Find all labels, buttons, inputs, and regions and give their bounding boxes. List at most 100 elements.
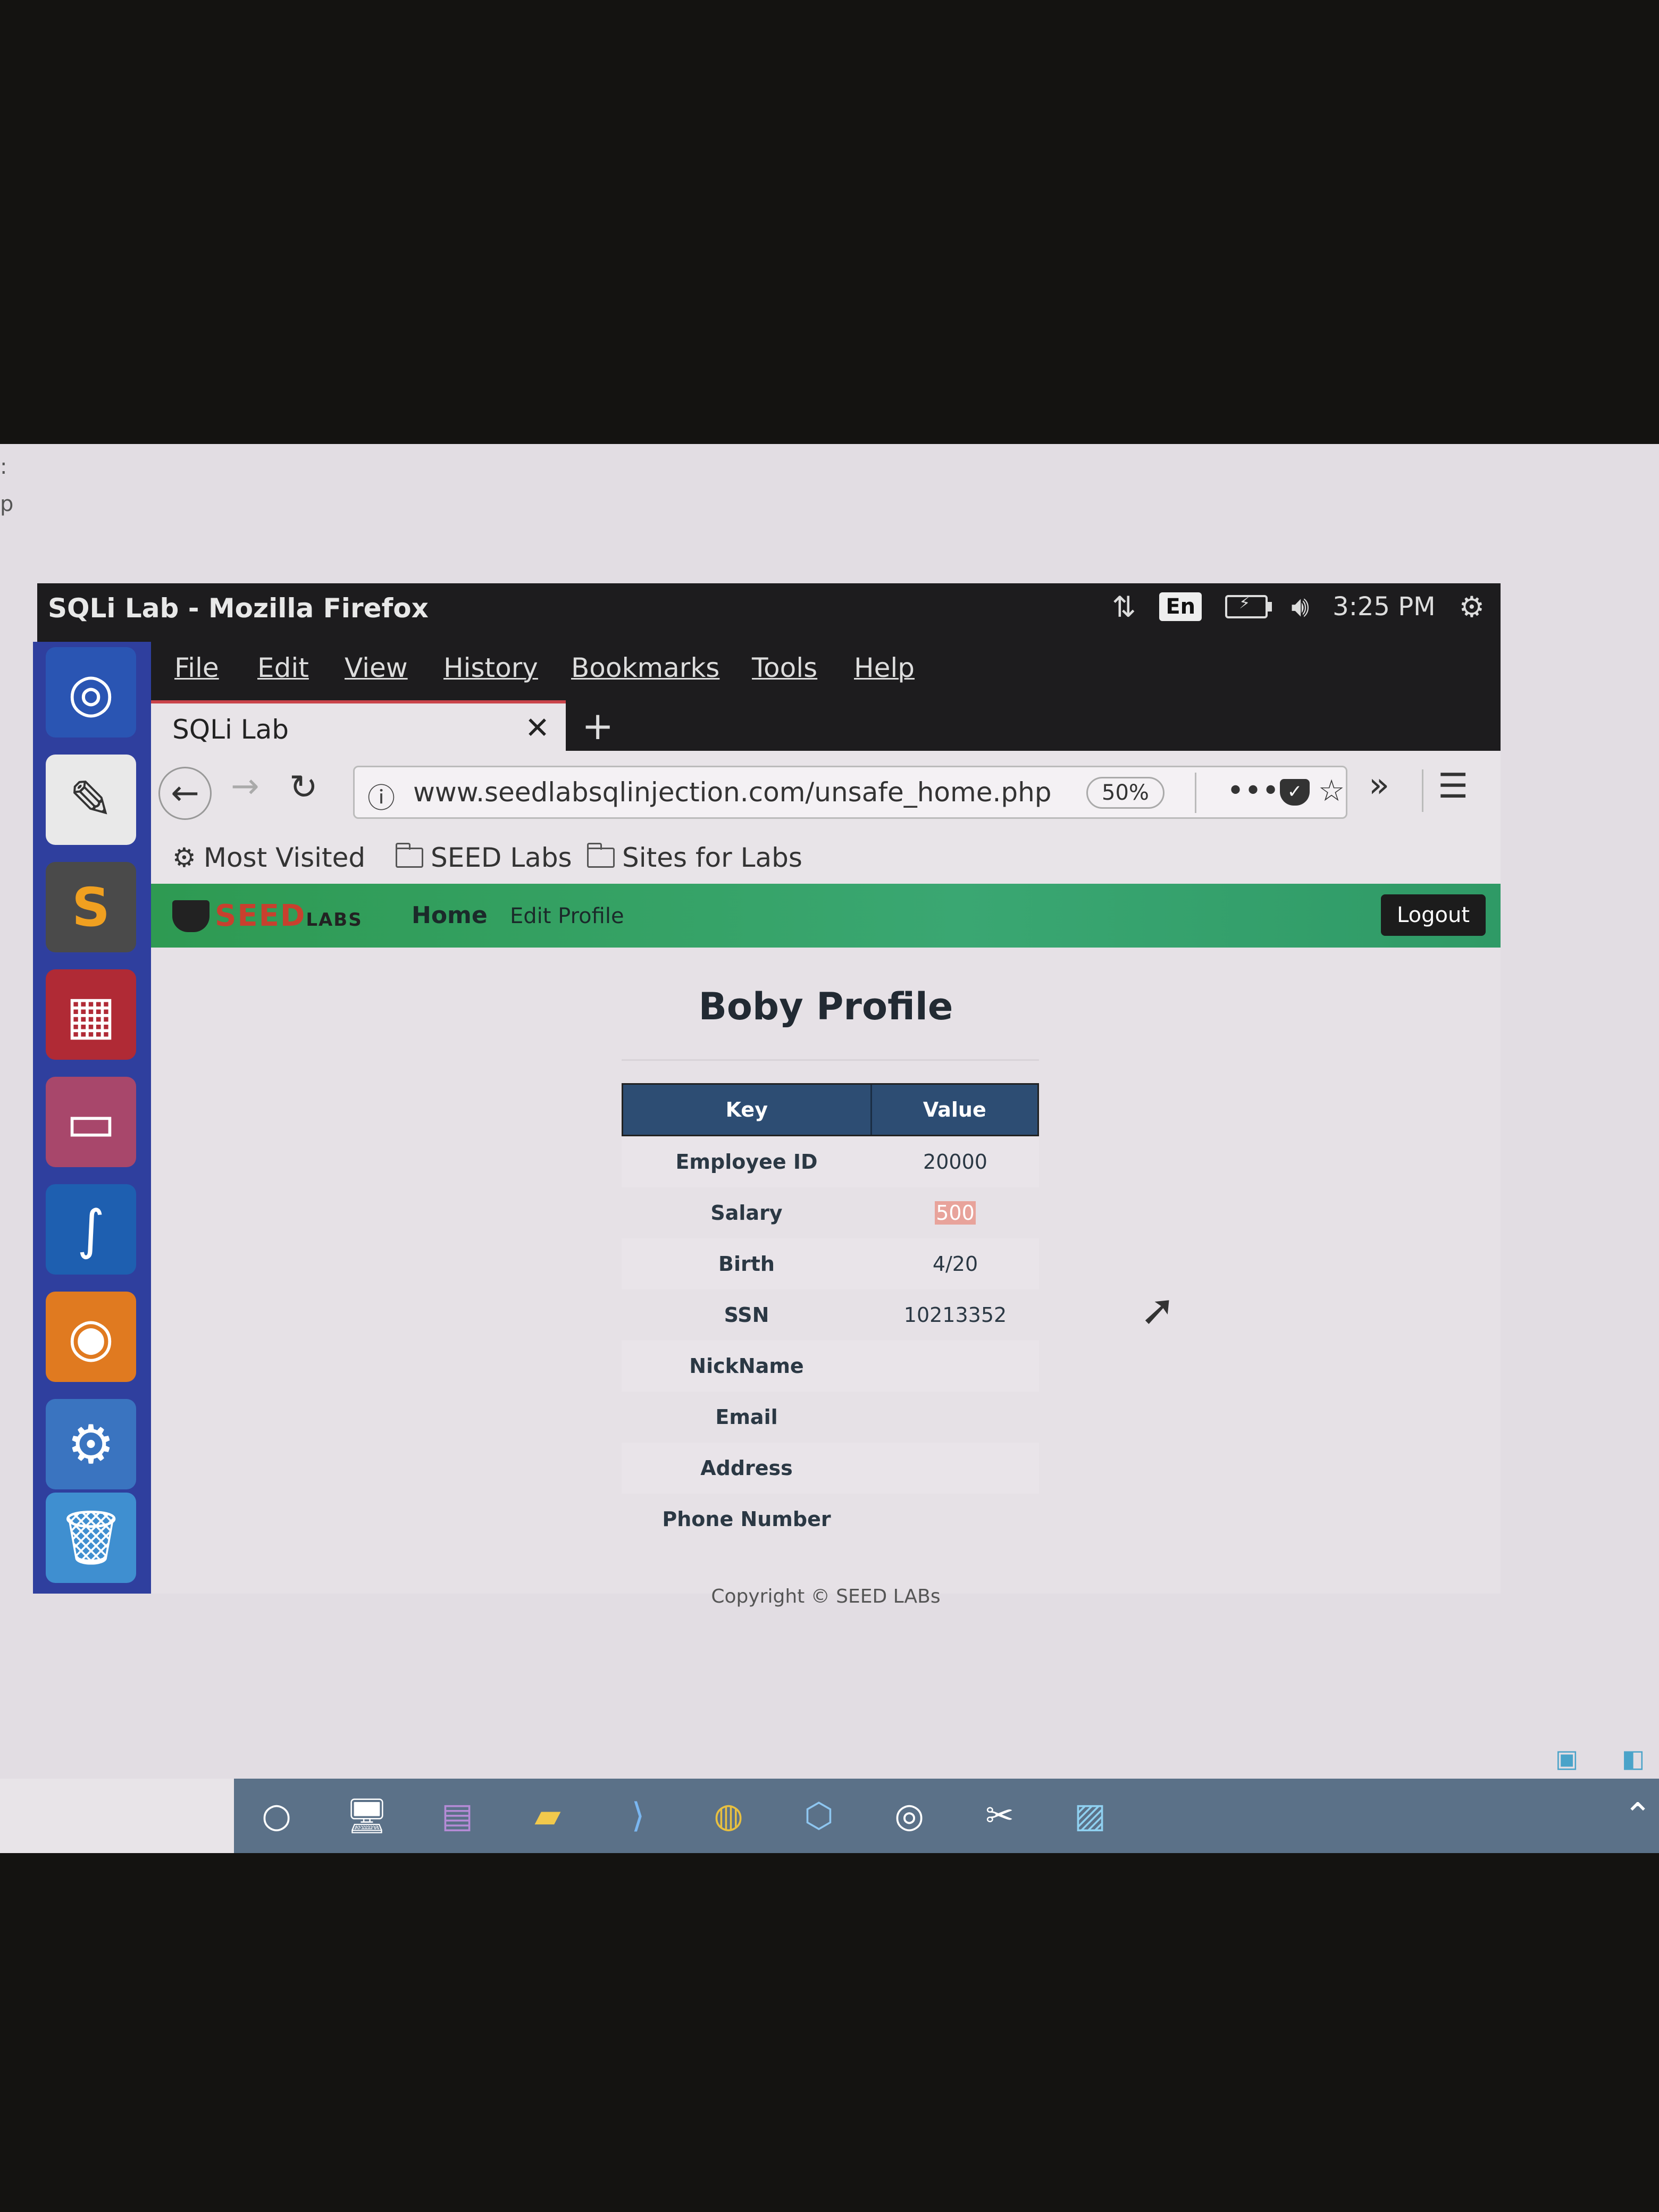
page-content: Boby Profile Key Value Employee ID 20000… — [151, 948, 1501, 1607]
bookmark-label: Most Visited — [203, 842, 366, 873]
sublime-text-icon[interactable]: S — [46, 862, 136, 952]
tray-app-icon[interactable]: ▣ — [1555, 1744, 1578, 1773]
row-key: Phone Number — [662, 1507, 831, 1531]
visual-studio-code-icon[interactable]: ⟩ — [617, 1795, 659, 1837]
edge-fragment: : — [0, 455, 7, 479]
bookmark-seed-labs[interactable]: SEED Labs — [396, 842, 572, 873]
row-value — [872, 1494, 1039, 1545]
unity-launcher: ◎ ✎ S ▦ ▭ ∫ ◉ ⚙ 🗑︎ — [33, 642, 151, 1594]
row-value: 10213352 — [903, 1303, 1007, 1327]
bookmarks-toolbar: ⚙ Most Visited SEED Labs Sites for Labs — [151, 831, 1501, 884]
nav-home-link[interactable]: Home — [412, 902, 488, 929]
photos-icon[interactable]: ▨ — [1069, 1795, 1111, 1837]
logo-text: SEED — [215, 899, 306, 933]
menu-tools[interactable]: Tools — [752, 652, 817, 683]
bookmark-most-visited[interactable]: ⚙ Most Visited — [172, 842, 365, 873]
file-explorer-icon[interactable]: ▰ — [526, 1795, 569, 1837]
table-row: Salary 500 — [622, 1187, 1039, 1238]
keyboard-language[interactable]: En — [1159, 592, 1202, 621]
bookmark-sites-for-labs[interactable]: Sites for Labs — [587, 842, 802, 873]
snipping-tool-icon[interactable]: ✂ — [978, 1795, 1021, 1837]
settings-gear-icon[interactable]: ⚙ — [1459, 590, 1485, 624]
bookmark-star-icon[interactable]: ☆ — [1318, 774, 1345, 808]
remote-desktop-icon[interactable]: 🖥︎ — [345, 1795, 388, 1837]
profile-table: Key Value Employee ID 20000 Salary 500 B… — [622, 1083, 1039, 1545]
forward-button[interactable]: → — [231, 767, 259, 806]
clock[interactable]: 3:25 PM — [1333, 592, 1435, 622]
system-settings-icon[interactable]: ⚙ — [46, 1399, 136, 1489]
text-editor-icon[interactable]: ✎ — [46, 755, 136, 845]
row-key: Email — [715, 1405, 778, 1429]
table-row: Employee ID 20000 — [622, 1136, 1039, 1187]
shield-logo-icon — [172, 900, 210, 932]
row-value — [872, 1392, 1039, 1443]
chrome-icon[interactable]: ◍ — [707, 1795, 750, 1837]
folder-icon — [587, 843, 615, 868]
row-value: 20000 — [923, 1150, 987, 1174]
info-icon[interactable]: ⓘ — [367, 776, 395, 816]
url-text[interactable]: www.seedlabsqlinjection.com/unsafe_home.… — [413, 777, 1052, 808]
media-player-icon[interactable]: ◎ — [888, 1795, 931, 1837]
bookmark-label: SEED Labs — [431, 842, 572, 873]
menu-file[interactable]: File — [174, 652, 219, 683]
close-tab-icon[interactable]: ✕ — [525, 711, 550, 745]
reload-button[interactable]: ↻ — [289, 768, 318, 807]
zoom-level[interactable]: 50% — [1086, 777, 1164, 809]
pocket-icon[interactable]: ✓ — [1280, 779, 1310, 806]
wireshark-icon[interactable]: ∫ — [46, 1184, 136, 1275]
firefox-icon[interactable]: ◉ — [46, 1292, 136, 1382]
virtualbox-icon[interactable]: ⬡ — [798, 1795, 840, 1837]
taskbar-left-area — [0, 1779, 234, 1853]
row-key: Address — [700, 1456, 793, 1480]
new-tab-icon[interactable]: + — [582, 703, 614, 748]
seed-labs-logo[interactable]: SEEDLABS — [172, 899, 363, 933]
edge-fragment: p — [0, 492, 14, 516]
more-actions-icon[interactable]: ••• — [1227, 774, 1279, 808]
menu-bar: File Edit View History Bookmarks Tools H… — [151, 642, 1501, 700]
column-header-value: Value — [923, 1098, 986, 1121]
row-value: 500 — [872, 1187, 1039, 1238]
menu-view[interactable]: View — [345, 652, 408, 683]
row-value: 4/20 — [932, 1252, 978, 1276]
terminal-icon[interactable]: ▦ — [46, 969, 136, 1060]
logout-button[interactable]: Logout — [1381, 894, 1486, 936]
divider — [1422, 769, 1423, 812]
row-key: NickName — [689, 1354, 804, 1378]
window-title: SQLi Lab - Mozilla Firefox — [48, 593, 429, 624]
tray-app-icon[interactable]: ◧ — [1622, 1744, 1645, 1773]
site-navbar: SEEDLABS Home Edit Profile Logout — [151, 884, 1501, 948]
hamburger-menu-icon[interactable]: ☰ — [1438, 767, 1468, 806]
menu-edit[interactable]: Edit — [257, 652, 309, 683]
ubuntu-top-panel: SQLi Lab - Mozilla Firefox ⇅ En ⚡ 🔊︎ 3:2… — [37, 583, 1501, 642]
network-icon[interactable]: ⇅ — [1112, 590, 1136, 624]
cortana-search-icon[interactable]: ○ — [255, 1795, 298, 1837]
tab-bar: SQLi Lab ✕ + — [151, 700, 1501, 751]
battery-icon[interactable]: ⚡ — [1225, 594, 1272, 618]
mouse-cursor-icon: ➚ — [1140, 1285, 1176, 1335]
chevron-overflow-icon[interactable]: » — [1369, 766, 1389, 805]
intellij-icon[interactable]: ▤ — [436, 1795, 479, 1837]
table-row: Address — [622, 1443, 1039, 1494]
file-cabinet-icon[interactable]: ▭ — [46, 1077, 136, 1167]
gear-icon: ⚙ — [172, 842, 196, 873]
logo-subtext: LABS — [306, 909, 363, 931]
selected-salary-value[interactable]: 500 — [935, 1201, 976, 1225]
menu-bookmarks[interactable]: Bookmarks — [571, 652, 719, 683]
row-key: Employee ID — [675, 1150, 818, 1174]
tab-label: SQLi Lab — [172, 714, 289, 745]
url-bar[interactable]: ⓘ www.seedlabsqlinjection.com/unsafe_hom… — [353, 766, 1347, 819]
trash-icon[interactable]: 🗑︎ — [46, 1493, 136, 1583]
page-title: Boby Profile — [698, 985, 953, 1028]
tab-sqli-lab[interactable]: SQLi Lab ✕ — [151, 700, 566, 751]
firefox-window: File Edit View History Bookmarks Tools H… — [151, 642, 1501, 1607]
chevron-up-icon[interactable]: ⌃ — [1616, 1795, 1659, 1837]
nav-edit-profile-link[interactable]: Edit Profile — [510, 904, 624, 928]
row-key: Birth — [718, 1252, 775, 1276]
menu-history[interactable]: History — [443, 652, 538, 683]
monitor-screen: : p SQLi Lab - Mozilla Firefox ⇅ En ⚡ 🔊︎… — [0, 444, 1659, 1853]
menu-help[interactable]: Help — [854, 652, 915, 683]
volume-icon[interactable]: 🔊︎ — [1291, 590, 1309, 624]
back-button[interactable]: ← — [158, 767, 212, 820]
ubuntu-dash-icon[interactable]: ◎ — [46, 647, 136, 738]
row-value — [872, 1443, 1039, 1494]
